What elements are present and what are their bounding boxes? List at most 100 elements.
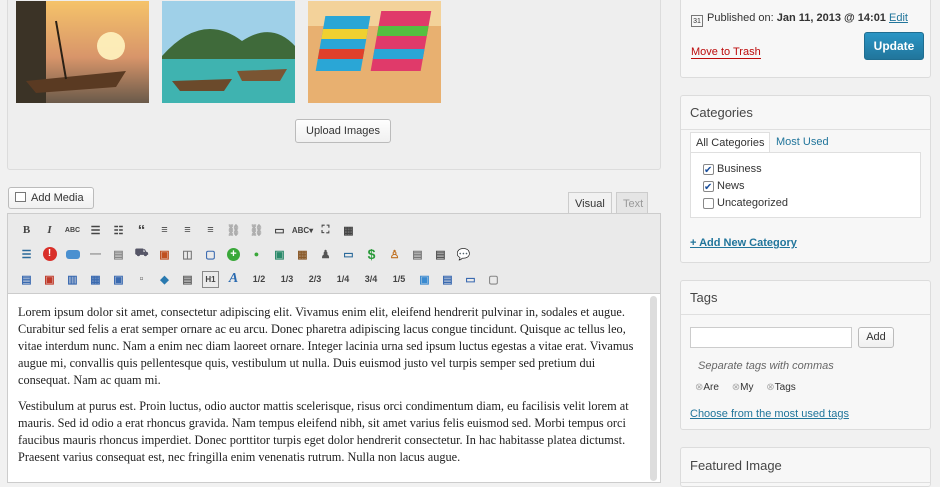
category-news[interactable]: News: [703, 178, 908, 196]
card-icon[interactable]: ▭: [340, 246, 357, 263]
category-uncategorized[interactable]: Uncategorized: [703, 195, 908, 212]
image-frame-icon[interactable]: ▣: [271, 246, 288, 263]
fraction-2-3[interactable]: 2/3: [304, 271, 326, 288]
speech-bubble-icon[interactable]: 💬: [455, 246, 472, 263]
featured-image-box: Featured Image: [680, 447, 931, 487]
list-box-icon[interactable]: ▤: [432, 246, 449, 263]
diamond-icon[interactable]: ◆: [156, 271, 173, 288]
add-tag-button[interactable]: Add: [858, 327, 894, 348]
user-icon[interactable]: ♟: [317, 246, 334, 263]
font-icon[interactable]: A: [225, 271, 242, 288]
heading-icon[interactable]: H1: [202, 270, 219, 288]
checkbox-uncategorized[interactable]: [703, 197, 714, 209]
gallery-grid-icon[interactable]: ▦: [294, 246, 311, 263]
categories-box: Categories All Categories Most Used Busi…: [680, 95, 931, 263]
tag-item: ⊗Tags: [766, 382, 796, 393]
unlink-icon[interactable]: ⛓: [248, 222, 265, 239]
choose-most-used-tags-link[interactable]: Choose from the most used tags: [690, 408, 849, 420]
table-icon[interactable]: ▦: [87, 271, 104, 288]
gallery-thumb-2[interactable]: [162, 1, 295, 103]
tab-text[interactable]: Text: [616, 192, 648, 214]
island-boats-image: [162, 1, 295, 103]
remove-tag-icon[interactable]: ⊗: [732, 382, 740, 393]
person-badge-icon[interactable]: ♙: [386, 246, 403, 263]
kitchen-sink-icon[interactable]: ▦: [340, 222, 357, 239]
numbered-list-icon[interactable]: ☷: [110, 222, 127, 239]
editor-content-area[interactable]: Lorem ipsum dolor sit amet, consectetur …: [7, 293, 661, 483]
document-list-icon[interactable]: ▤: [409, 246, 426, 263]
spellcheck-icon[interactable]: ABC▾: [292, 222, 313, 239]
blank-box-icon[interactable]: ▢: [485, 271, 502, 288]
italic-icon[interactable]: I: [41, 222, 58, 239]
align-center-icon[interactable]: ≡: [179, 222, 196, 239]
upload-images-button[interactable]: Upload Images: [295, 119, 391, 143]
editor-paragraph-2: Vestibulum at purus est. Proin luctus, o…: [18, 399, 629, 464]
fraction-3-4[interactable]: 3/4: [360, 271, 382, 288]
category-business[interactable]: Business: [703, 161, 908, 179]
gallery-thumb-1[interactable]: [16, 1, 149, 103]
input-field-icon[interactable]: ▭: [462, 271, 479, 288]
text-block-icon[interactable]: ▤: [439, 271, 456, 288]
plus-circle-icon[interactable]: +: [225, 246, 242, 263]
colored-box-icon[interactable]: ▣: [416, 271, 433, 288]
tag-input[interactable]: [690, 327, 852, 348]
add-media-button[interactable]: Add Media: [8, 187, 94, 209]
fraction-1-5[interactable]: 1/5: [388, 271, 410, 288]
blockquote-icon[interactable]: “: [133, 222, 150, 239]
divider-icon[interactable]: —: [87, 246, 104, 263]
editor-scrollbar[interactable]: [650, 296, 657, 481]
tag-label: Are: [703, 382, 719, 393]
remove-tag-icon[interactable]: ⊗: [766, 382, 774, 393]
gallery-thumb-3[interactable]: [308, 1, 441, 103]
toolbar-row-3: ▤ ▣ ▥ ▦ ▣ ▫ ◆ ▤ H1 A 1/2 1/3 2/3 1/4 3/4…: [18, 269, 502, 289]
tab-all-categories[interactable]: All Categories: [690, 132, 771, 153]
grid-image-icon[interactable]: ▣: [41, 271, 58, 288]
category-business-label: Business: [717, 163, 762, 175]
list-frame-icon[interactable]: ▤: [179, 271, 196, 288]
calendar-edit-icon[interactable]: ▣: [156, 246, 173, 263]
fraction-1-3[interactable]: 1/3: [276, 271, 298, 288]
layout-icon[interactable]: ▥: [64, 271, 81, 288]
tag-list: ⊗Are ⊗My ⊗Tags: [695, 382, 796, 393]
checkbox-news[interactable]: [703, 179, 714, 196]
alert-icon[interactable]: !: [41, 246, 58, 263]
calendar-icon: 31: [691, 15, 703, 27]
strikethrough-icon[interactable]: ABC: [64, 222, 81, 239]
align-right-icon[interactable]: ≡: [202, 222, 219, 239]
tags-title: Tags: [681, 281, 930, 315]
box-icon[interactable]: ▤: [110, 246, 127, 263]
tag-label: Tags: [774, 382, 796, 393]
window-icon[interactable]: ▢: [202, 246, 219, 263]
toolbar-row-2: ☰ ! — ▤ ⛟ ▣ ◫ ▢ + ● ▣ ▦ ♟ ▭ $ ♙ ▤ ▤ 💬: [18, 244, 472, 264]
move-to-trash-link[interactable]: Move to Trash: [691, 46, 761, 59]
category-news-label: News: [717, 180, 745, 192]
tag-label: My: [740, 382, 754, 393]
edit-date-link[interactable]: Edit: [889, 12, 908, 24]
link-icon[interactable]: ⛓: [225, 222, 242, 239]
car-icon[interactable]: ⛟: [133, 246, 150, 263]
bullet-list-icon[interactable]: ☰: [87, 222, 104, 239]
align-left-icon[interactable]: ≡: [156, 222, 173, 239]
dot-icon[interactable]: ●: [248, 246, 265, 263]
bold-icon[interactable]: B: [18, 222, 35, 239]
tag-item: ⊗Are: [695, 382, 719, 393]
columns-icon[interactable]: ☰: [18, 246, 35, 263]
tab-most-used[interactable]: Most Used: [776, 136, 829, 148]
fraction-1-2[interactable]: 1/2: [248, 271, 270, 288]
checkbox-business[interactable]: [703, 162, 714, 179]
dollar-icon[interactable]: $: [363, 246, 380, 263]
calendar-icon[interactable]: ▣: [110, 271, 127, 288]
comment-box-icon[interactable]: ▤: [18, 271, 35, 288]
fraction-1-4[interactable]: 1/4: [332, 271, 354, 288]
tag-item: ⊗My: [732, 382, 754, 393]
update-button[interactable]: Update: [864, 32, 924, 60]
tab-visual[interactable]: Visual: [568, 192, 612, 214]
add-new-category-link[interactable]: + Add New Category: [690, 237, 797, 249]
small-box-icon[interactable]: ▫: [133, 271, 150, 288]
pillar-icon[interactable]: ◫: [179, 246, 196, 263]
editor-toolbar: B I ABC ☰ ☷ “ ≡ ≡ ≡ ⛓ ⛓ ▭ ABC▾ ⛶ ▦ ☰ ! —…: [7, 213, 661, 293]
more-tag-icon[interactable]: ▭: [271, 222, 288, 239]
published-on-row: 31 Published on: Jan 11, 2013 @ 14:01 Edi…: [691, 12, 908, 27]
fullscreen-icon[interactable]: ⛶: [317, 222, 334, 239]
button-icon[interactable]: [64, 246, 81, 263]
